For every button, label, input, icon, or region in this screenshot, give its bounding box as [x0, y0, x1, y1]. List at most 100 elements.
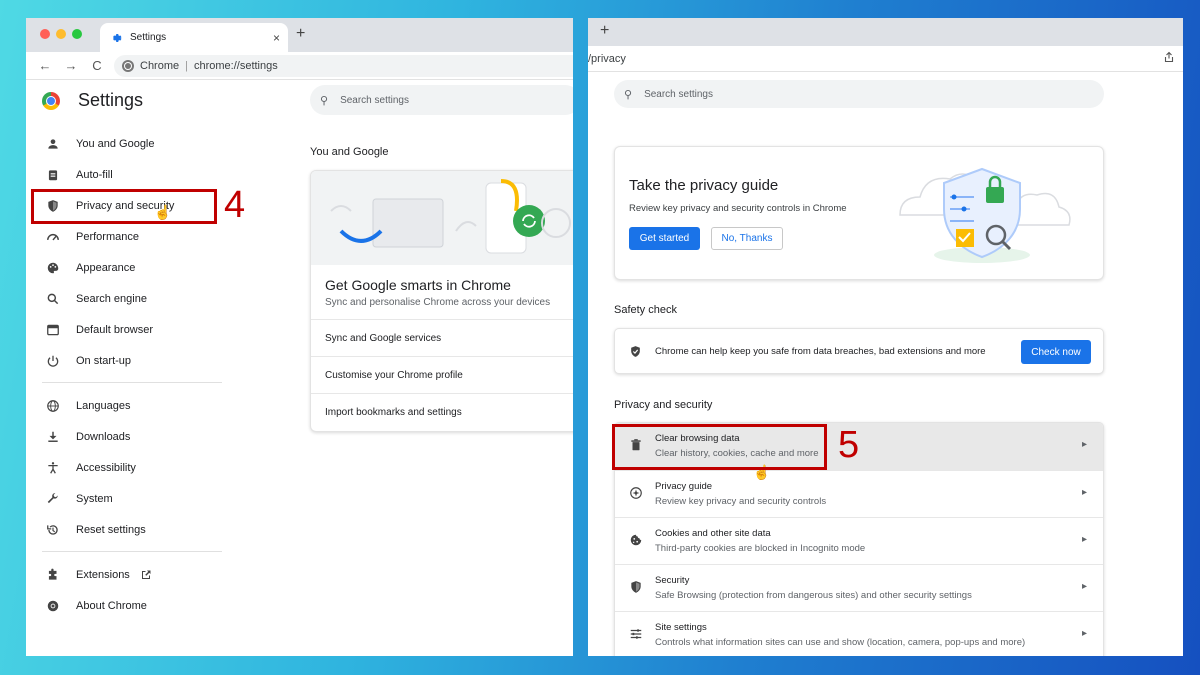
toolbar: ← → C Chrome | chrome://settings [26, 52, 573, 80]
sidebar-item-label: System [76, 492, 113, 505]
compass-icon [630, 487, 642, 499]
search-icon: ⚲ [624, 88, 633, 101]
row-sync-and-google-services[interactable]: Sync and Google services [311, 319, 573, 356]
new-tab-button[interactable]: + [600, 22, 609, 40]
chevron-right-icon: ▸ [1081, 628, 1087, 639]
sidebar-item-label: Downloads [76, 430, 131, 443]
reload-icon[interactable]: C [90, 58, 104, 73]
sidebar-item-reset-settings[interactable]: Reset settings [26, 514, 226, 545]
sidebar-divider [42, 551, 222, 552]
row-import-bookmarks[interactable]: Import bookmarks and settings [311, 393, 573, 430]
right-browser-window: + /privacy ⚲ Search settings Take the pr… [588, 18, 1183, 656]
chrome-icon [47, 600, 59, 611]
accessibility-icon [48, 461, 58, 474]
search-icon [47, 293, 59, 304]
sidebar-item-label: Search engine [76, 292, 147, 305]
forward-icon[interactable]: → [64, 58, 78, 73]
step-number-5: 5 [838, 424, 860, 466]
privacy-guide-card: Take the privacy guide Review key privac… [614, 146, 1104, 280]
sidebar-item-accessibility[interactable]: Accessibility [26, 452, 226, 483]
privacy-shield-illustration [899, 167, 1071, 263]
power-icon [47, 355, 59, 367]
gear-icon [113, 33, 122, 42]
address-bar[interactable]: Chrome | chrome://settings [114, 55, 573, 77]
clipboard-icon [48, 169, 58, 180]
close-window-button[interactable] [40, 29, 50, 39]
row-title: Cookies and other site data [655, 528, 771, 539]
chevron-right-icon: ▸ [1081, 581, 1087, 592]
sidebar-item-about-chrome[interactable]: About Chrome [26, 590, 226, 621]
sidebar-divider [42, 382, 222, 383]
row-cookies-and-site-data[interactable]: Cookies and other site data Third-party … [615, 517, 1103, 564]
row-site-settings[interactable]: Site settings Controls what information … [615, 611, 1103, 656]
person-icon [48, 138, 58, 149]
restore-icon [47, 524, 58, 535]
new-tab-button[interactable]: + [296, 25, 305, 43]
omnibox-url[interactable]: /privacy [588, 53, 626, 65]
sidebar-item-label: Appearance [76, 261, 136, 274]
section-title-safety-check: Safety check [614, 304, 677, 316]
search-icon: ⚲ [320, 94, 329, 107]
row-subtitle: Review key privacy and security controls [655, 496, 827, 507]
sidebar-item-you-and-google[interactable]: You and Google [26, 128, 226, 159]
sidebar-item-languages[interactable]: Languages [26, 390, 226, 421]
step-number-4: 4 [224, 184, 246, 226]
row-privacy-guide[interactable]: Privacy guide Review key privacy and sec… [615, 470, 1103, 517]
safety-check-card: Chrome can help keep you safe from data … [614, 328, 1104, 374]
sidebar-item-downloads[interactable]: Downloads [26, 421, 226, 452]
maximize-window-button[interactable] [72, 29, 82, 39]
close-icon[interactable]: × [273, 31, 280, 45]
row-customise-chrome-profile[interactable]: Customise your Chrome profile [311, 356, 573, 393]
tab-strip: Settings × + [26, 18, 573, 52]
check-now-button[interactable]: Check now [1021, 340, 1091, 364]
sidebar-item-default-browser[interactable]: Default browser [26, 314, 226, 345]
row-subtitle: Safe Browsing (protection from dangerous… [655, 590, 972, 601]
sidebar-item-label: Accessibility [76, 461, 136, 474]
row-title: Privacy guide [655, 481, 713, 492]
tab-title: Settings [130, 32, 167, 43]
chevron-right-icon: ▸ [1081, 439, 1087, 450]
sidebar-item-appearance[interactable]: Appearance [26, 252, 226, 283]
you-and-google-card: Get Google smarts in Chrome Sync and per… [310, 170, 573, 432]
sync-illustration [311, 171, 573, 265]
sidebar-item-performance[interactable]: Performance [26, 221, 226, 252]
sliders-icon [630, 629, 642, 639]
minimize-window-button[interactable] [56, 29, 66, 39]
share-icon[interactable] [1163, 51, 1175, 63]
card-heading: Get Google smarts in Chrome [325, 277, 511, 293]
privacy-guide-title: Take the privacy guide [629, 177, 779, 194]
safety-check-text: Chrome can help keep you safe from data … [655, 346, 986, 357]
sidebar-item-label: Default browser [76, 323, 154, 336]
privacy-guide-subtitle: Review key privacy and security controls… [629, 203, 847, 214]
puzzle-icon [48, 568, 57, 580]
card-subtitle: Sync and personalise Chrome across your … [325, 297, 551, 308]
shield-check-icon [631, 346, 640, 357]
tab-settings[interactable]: Settings × [100, 23, 288, 52]
sidebar-item-label: On start-up [76, 354, 132, 367]
settings-header: Settings [42, 90, 143, 111]
sidebar-item-extensions[interactable]: Extensions [26, 559, 226, 590]
sidebar-item-system[interactable]: System [26, 483, 226, 514]
row-security[interactable]: Security Safe Browsing (protection from … [615, 564, 1103, 611]
palette-icon [47, 262, 59, 273]
highlight-box-clear-browsing-data [612, 424, 827, 470]
no-thanks-button[interactable]: No, Thanks [711, 227, 783, 250]
page-title: Settings [78, 90, 144, 110]
cookie-icon [630, 534, 642, 546]
row-title: Security [655, 575, 690, 586]
browser-icon [47, 324, 59, 335]
search-input[interactable]: ⚲ Search settings [310, 85, 573, 115]
left-browser-window: Settings × + ← → C Chrome | chrome://set… [26, 18, 573, 656]
omnibox-site: Chrome [140, 60, 180, 72]
external-link-icon[interactable] [140, 569, 152, 581]
row-title: Site settings [655, 622, 707, 633]
sidebar-item-search-engine[interactable]: Search engine [26, 283, 226, 314]
sidebar-item-label: Performance [76, 230, 139, 243]
chevron-right-icon: ▸ [1081, 487, 1087, 498]
sidebar-item-on-startup[interactable]: On start-up [26, 345, 226, 376]
toolbar: /privacy [588, 46, 1183, 72]
search-input[interactable]: ⚲ Search settings [614, 80, 1104, 108]
get-started-button[interactable]: Get started [629, 227, 700, 250]
sidebar-item-autofill[interactable]: Auto-fill [26, 159, 226, 190]
back-icon[interactable]: ← [38, 58, 52, 73]
